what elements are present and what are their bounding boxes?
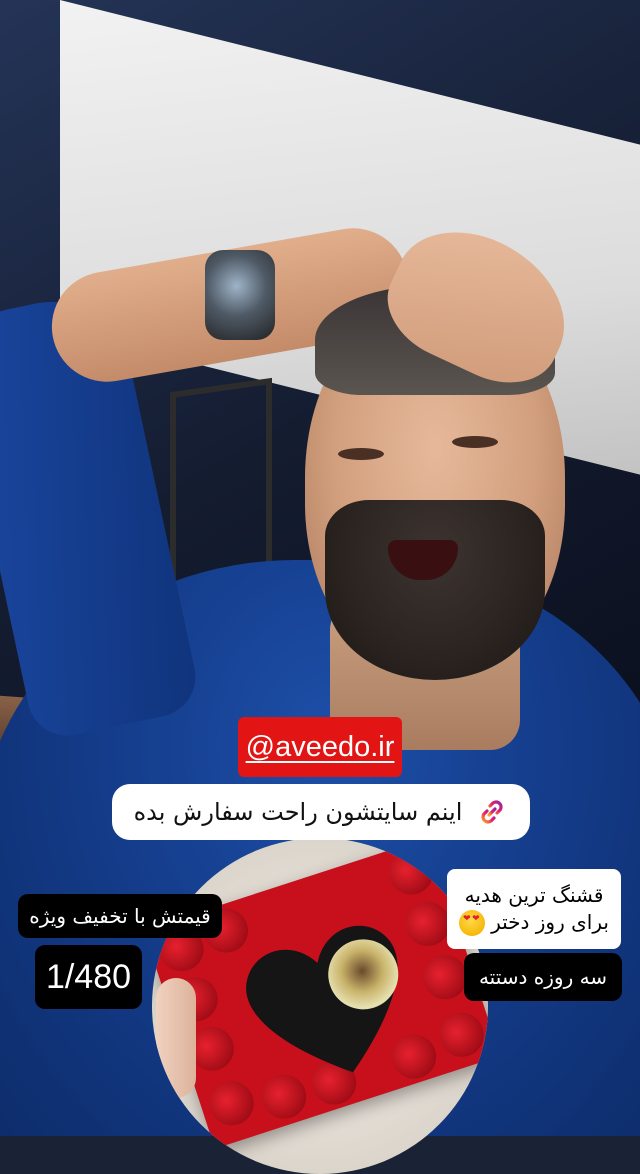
product-photo-circle <box>152 838 488 1174</box>
rose <box>434 1007 488 1063</box>
left-eye <box>338 448 384 460</box>
rose <box>383 844 439 901</box>
link-sticker-text: @aveedo.ir <box>245 730 395 763</box>
right-eye <box>452 436 498 448</box>
gift-tag-line2: برای روز دختر <box>491 910 609 934</box>
rose <box>256 1069 312 1125</box>
rose <box>203 1075 260 1132</box>
hand-holding-box <box>156 978 196 1098</box>
caption-text: اینم سایتشون راحت سفارش بده <box>133 798 463 826</box>
link-sticker[interactable]: @aveedo.ir <box>238 717 402 777</box>
heart-eyes-emoji-icon <box>459 909 486 936</box>
red-rose-gift-box <box>152 838 488 1149</box>
gift-tag-line2-row: برای روز دختر <box>459 909 609 936</box>
price-tag: 1/480 <box>35 945 142 1009</box>
caption-pill: اینم سایتشون راحت سفارش بده <box>112 784 530 840</box>
delivery-tag: سه روزه دستته <box>464 953 622 1001</box>
beard <box>325 500 545 680</box>
gift-tag: قشنگ ترین هدیه برای روز دختر <box>447 869 621 949</box>
link-icon <box>481 800 503 824</box>
discount-label: قیمتش با تخفیف ویژه <box>18 894 222 938</box>
rose <box>386 1028 442 1085</box>
gift-tag-line1: قشنگ ترین هدیه <box>464 883 604 907</box>
wristwatch <box>205 250 275 340</box>
